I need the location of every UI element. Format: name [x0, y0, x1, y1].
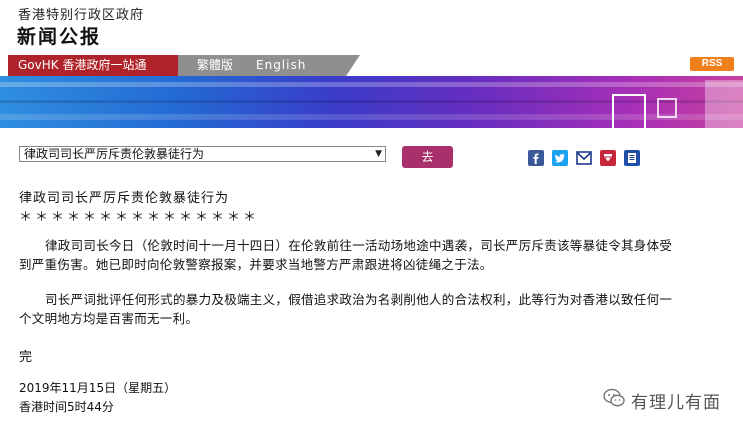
go-button[interactable]: 去 — [402, 146, 453, 168]
release-date: 2019年11月15日（星期五） — [19, 381, 177, 395]
page-title: 新闻公报 — [17, 26, 102, 48]
department-name: 香港特别行政区政府 — [18, 8, 145, 23]
traditional-chinese-link[interactable]: 繁體版 — [197, 55, 233, 76]
govhk-link[interactable]: GovHK 香港政府一站通 — [8, 55, 192, 76]
article-paragraph-1: 律政司司长今日（伦敦时间十一月十四日）在伦敦前往一活动场地途中遇袭，司长严厉斥责… — [19, 238, 673, 272]
press-release-page: 香港特别行政区政府 新闻公报 GovHK 香港政府一站通 繁體版 English… — [0, 0, 743, 431]
press-release-select[interactable]: 律政司司长严厉斥责伦敦暴徒行为 ▼ — [19, 146, 386, 162]
english-link[interactable]: English — [256, 55, 306, 76]
nav-bar: GovHK 香港政府一站通 繁體版 English — [0, 55, 743, 76]
twitter-icon[interactable] — [552, 150, 568, 166]
wechat-icon — [603, 388, 625, 412]
select-value: 律政司司长严厉斥责伦敦暴徒行为 — [24, 147, 205, 161]
watermark-text: 有理儿有面 — [631, 392, 721, 413]
bookmark-icon[interactable] — [600, 150, 616, 166]
email-icon[interactable] — [576, 150, 592, 166]
watermark: 有理儿有面 — [603, 388, 721, 413]
facebook-icon[interactable] — [528, 150, 544, 166]
article-paragraph-2: 司长严词批评任何形式的暴力及极端主义，假借追求政治为名剥削他人的合法权利，此等行… — [19, 292, 673, 326]
article-title: 律政司司长严厉斥责伦敦暴徒行为 — [19, 191, 230, 206]
rss-button[interactable]: RSS — [690, 57, 734, 71]
article-end-mark: 完 — [19, 350, 33, 365]
title-separator: ＊＊＊＊＊＊＊＊＊＊＊＊＊＊＊ — [19, 210, 260, 225]
header-banner — [0, 76, 743, 128]
chevron-down-icon: ▼ — [375, 149, 382, 159]
print-icon[interactable] — [624, 150, 640, 166]
release-time: 香港时间5时44分 — [19, 400, 114, 414]
